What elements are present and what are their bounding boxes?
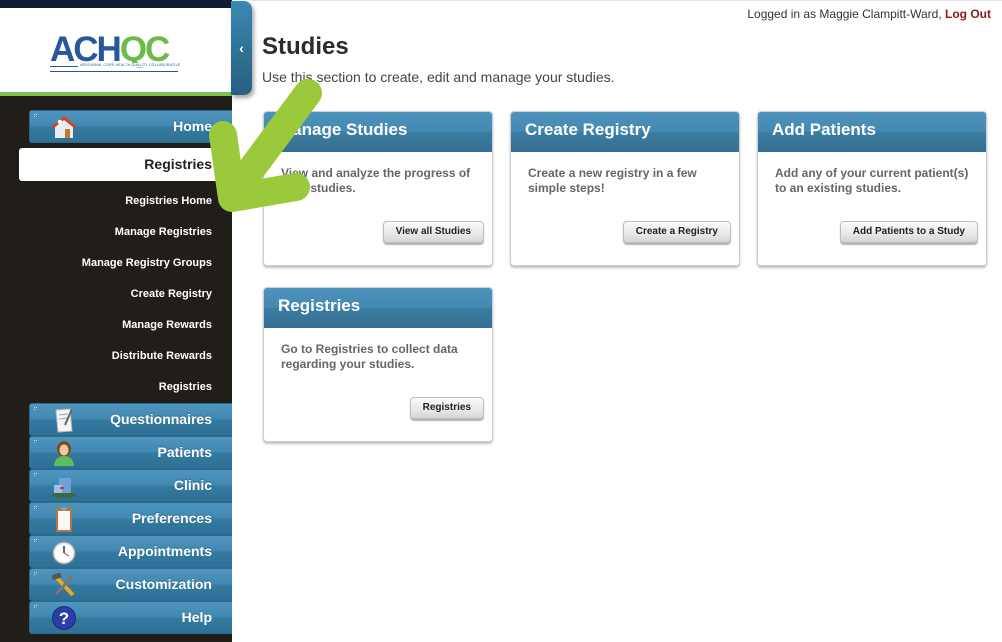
sidebar-item-clinic[interactable]: Clinic [29,469,232,502]
grip-icon [34,440,40,446]
subnav-manage-registries[interactable]: Manage Registries [115,226,212,238]
grip-icon [34,506,40,512]
card-create-registry: Create Registry Create a new registry in… [510,111,740,266]
document-pen-icon [50,407,78,433]
subnav-registries-home[interactable]: Registries Home [125,195,212,207]
subnav-distribute-rewards[interactable]: Distribute Rewards [112,350,212,362]
card-title: Create Registry [511,112,739,152]
page-subtitle: Use this section to create, edit and man… [262,69,615,85]
sidebar-item-preferences[interactable]: Preferences [29,502,232,535]
add-patients-button[interactable]: Add Patients to a Study [839,221,978,243]
sidebar-item-label: Preferences [131,510,212,526]
svg-text:?: ? [59,609,69,628]
sidebar-item-registries[interactable]: Registries [19,148,232,181]
subnav-manage-rewards[interactable]: Manage Rewards [122,319,212,331]
chevron-left-icon: ‹ [239,40,244,56]
sidebar-item-label: Home [173,118,212,134]
sidebar-top-bar [0,0,232,8]
sidebar-item-questionnaires[interactable]: Questionnaires [29,403,232,436]
sidebar-item-appointments[interactable]: Appointments [29,535,232,568]
clock-icon [50,539,78,565]
sidebar-item-help[interactable]: ? Help [29,601,232,634]
grip-icon [34,572,40,578]
help-icon: ? [50,605,78,631]
card-manage-studies: Manage Studies View and analyze the prog… [263,111,493,266]
logo-tagline: ABDOMINAL CORE HEALTH QUALITY COLLABORAT… [78,63,183,67]
sidebar-item-home[interactable]: Home [29,110,232,143]
top-border [252,0,1002,1]
tools-icon [50,572,78,598]
logo-area: ACHQC ABDOMINAL CORE HEALTH QUALITY COLL… [0,8,232,96]
building-icon [50,473,78,499]
card-description: Add any of your current patient(s) to an… [775,166,969,195]
card-title: Manage Studies [264,112,492,152]
card-title: Add Patients [758,112,986,152]
sidebar-item-label: Questionnaires [110,411,212,427]
sidebar-item-label: Help [181,609,212,625]
sidebar-collapse-button[interactable]: ‹ [231,1,252,95]
login-status: Logged in as Maggie Clampitt-Ward, Log O… [747,7,991,21]
sidebar: ACHQC ABDOMINAL CORE HEALTH QUALITY COLL… [0,0,232,642]
create-registry-button[interactable]: Create a Registry [622,221,731,243]
grip-icon [34,473,40,479]
sidebar-item-label: Clinic [173,477,212,493]
registries-button[interactable]: Registries [409,397,484,419]
sidebar-item-label: Patients [157,444,212,460]
sidebar-item-label: Registries [144,156,212,172]
card-title: Registries [264,288,492,328]
sidebar-item-customization[interactable]: Customization [29,568,232,601]
person-icon [50,440,78,466]
house-icon [50,114,78,140]
clipboard-icon [50,506,78,532]
achqc-logo[interactable]: ACHQC ABDOMINAL CORE HEALTH QUALITY COLL… [50,32,183,73]
subnav-create-registry[interactable]: Create Registry [131,288,212,300]
sidebar-item-patients[interactable]: Patients [29,436,232,469]
card-description: View and analyze the progress of your st… [281,166,471,195]
card-description: Create a new registry in a few simple st… [528,166,697,195]
logout-link[interactable]: Log Out [945,7,991,21]
grip-icon [34,539,40,545]
subnav-manage-registry-groups[interactable]: Manage Registry Groups [82,257,212,269]
logo-divider [0,92,232,96]
card-add-patients: Add Patients Add any of your current pat… [757,111,987,266]
grip-icon [34,407,40,413]
grip-icon [34,605,40,611]
logged-in-text: Logged in as Maggie Clampitt-Ward, [747,7,946,21]
card-description: Go to Registries to collect data regardi… [281,342,458,371]
card-registries: Registries Go to Registries to collect d… [263,287,493,442]
view-all-studies-button[interactable]: View all Studies [382,221,484,243]
grip-icon [34,114,40,120]
page-title: Studies [262,33,349,60]
sidebar-item-label: Customization [115,576,212,592]
subnav-registries[interactable]: Registries [159,381,212,393]
sidebar-item-label: Appointments [117,543,212,559]
